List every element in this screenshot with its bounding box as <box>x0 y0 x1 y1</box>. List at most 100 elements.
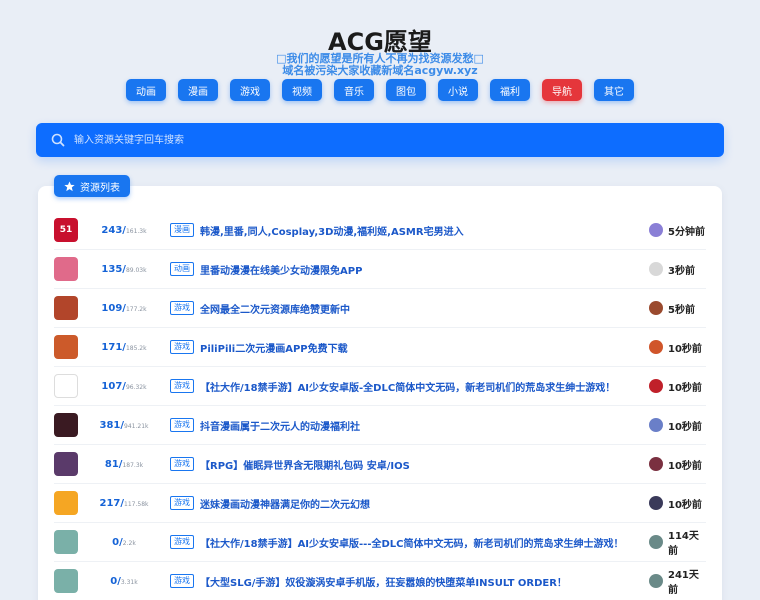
category-badge[interactable]: 游戏 <box>170 379 194 393</box>
resource-thumbnail[interactable] <box>54 569 78 593</box>
section-tab-resources[interactable]: 资源列表 <box>54 175 130 197</box>
resource-thumbnail[interactable] <box>54 374 78 398</box>
view-count: 117.58k <box>124 500 149 508</box>
resource-stats: 0/3.31k <box>78 576 170 587</box>
section-tab-label: 资源列表 <box>80 182 120 194</box>
avatar[interactable] <box>649 496 663 510</box>
avatar[interactable] <box>649 262 663 276</box>
category-badge[interactable]: 游戏 <box>170 535 194 549</box>
category-badge[interactable]: 游戏 <box>170 496 194 510</box>
reply-count: 381 <box>99 419 121 431</box>
resource-list: 51 243/161.3k 漫画 韩漫,里番,同人,Cosplay,3D动漫,福利姬,… <box>54 211 706 600</box>
resource-thumbnail[interactable] <box>54 491 78 515</box>
resource-title-link[interactable]: 迷妹漫画动漫神器满足你的二次元幻想 <box>200 496 649 511</box>
timestamp: 10秒前 <box>668 382 702 394</box>
resource-stats: 171/185.2k <box>78 342 170 353</box>
nav-button[interactable]: 视频 <box>282 79 322 101</box>
list-item[interactable]: 381/941.21k 游戏 抖音漫画属于二次元人的动漫福利社 10秒前 <box>54 406 706 445</box>
category-badge[interactable]: 游戏 <box>170 457 194 471</box>
resource-title-link[interactable]: 【RPG】催眠异世界含无限期礼包码 安卓/IOS <box>200 457 649 472</box>
view-count: 185.2k <box>125 344 147 352</box>
resource-thumbnail[interactable] <box>54 296 78 320</box>
nav-button[interactable]: 动画 <box>126 79 166 101</box>
avatar[interactable] <box>649 574 663 588</box>
timestamp: 114天前 <box>668 531 699 557</box>
resource-stats: 107/96.32k <box>78 381 170 392</box>
list-item[interactable]: 107/96.32k 游戏 【社大作/18禁手游】AI少女安卓版-全DLC简体中文无… <box>54 367 706 406</box>
resource-title-link[interactable]: 抖音漫画属于二次元人的动漫福利社 <box>200 418 649 433</box>
resource-thumbnail[interactable] <box>54 413 78 437</box>
resource-stats: 0/2.2k <box>78 537 170 548</box>
view-count: 3.31k <box>120 578 138 586</box>
reply-count: 107 <box>101 380 123 392</box>
resource-title-link[interactable]: 里番动漫漫在线美少女动漫限免APP <box>200 262 649 277</box>
resource-title-link[interactable]: 【社大作/18禁手游】AI少女安卓版---全DLC简体中文无码，新老司机们的荒岛… <box>200 535 649 550</box>
category-badge[interactable]: 动画 <box>170 262 194 276</box>
view-count: 96.32k <box>125 383 147 391</box>
resource-stats: 109/177.2k <box>78 303 170 314</box>
avatar[interactable] <box>649 418 663 432</box>
resource-thumbnail[interactable] <box>54 257 78 281</box>
timestamp: 10秒前 <box>668 343 702 355</box>
resource-thumbnail[interactable]: 51 <box>54 218 78 242</box>
reply-count: 243 <box>101 224 123 236</box>
avatar[interactable] <box>649 340 663 354</box>
resource-thumbnail[interactable] <box>54 530 78 554</box>
view-count: 187.3k <box>122 461 144 469</box>
timestamp: 10秒前 <box>668 421 702 433</box>
avatar[interactable] <box>649 379 663 393</box>
list-item[interactable]: 0/2.2k 游戏 【社大作/18禁手游】AI少女安卓版---全DLC简体中文无码，… <box>54 523 706 562</box>
domain-notice: 域名被污染大家收藏新域名acgyw.xyz <box>282 64 478 77</box>
view-count: 2.2k <box>122 539 136 547</box>
search-input[interactable] <box>74 123 724 157</box>
star-icon <box>64 180 75 191</box>
resource-title-link[interactable]: 【社大作/18禁手游】AI少女安卓版-全DLC简体中文无码，新老司机们的荒岛求生… <box>200 379 649 394</box>
nav-button[interactable]: 图包 <box>386 79 426 101</box>
category-nav: 动画 漫画 游戏 视频 音乐 图包 小说 福利 导航 其它 <box>0 79 760 101</box>
timestamp: 10秒前 <box>668 460 702 472</box>
list-item[interactable]: 0/3.31k 游戏 【大型SLG/手游】奴役漩涡安卓手机版，狂妄嚣娘的快堕菜单IN… <box>54 562 706 600</box>
nav-button[interactable]: 小说 <box>438 79 478 101</box>
search-icon <box>51 133 65 147</box>
list-item[interactable]: 217/117.58k 游戏 迷妹漫画动漫神器满足你的二次元幻想 10秒前 <box>54 484 706 523</box>
list-item[interactable]: 135/89.03k 动画 里番动漫漫在线美少女动漫限免APP 3秒前 <box>54 250 706 289</box>
timestamp: 241天前 <box>668 570 699 596</box>
resource-stats: 81/187.3k <box>78 459 170 470</box>
resource-thumbnail[interactable] <box>54 452 78 476</box>
view-count: 941.21k <box>124 422 149 430</box>
avatar[interactable] <box>649 535 663 549</box>
category-badge[interactable]: 游戏 <box>170 574 194 588</box>
list-item[interactable]: 51 243/161.3k 漫画 韩漫,里番,同人,Cosplay,3D动漫,福利姬,… <box>54 211 706 250</box>
nav-button[interactable]: 游戏 <box>230 79 270 101</box>
resource-title-link[interactable]: 全网最全二次元资源库绝赞更新中 <box>200 301 649 316</box>
resource-stats: 217/117.58k <box>78 498 170 509</box>
category-badge[interactable]: 游戏 <box>170 340 194 354</box>
timestamp: 10秒前 <box>668 499 702 511</box>
list-item[interactable]: 171/185.2k 游戏 PiliPili二次元漫画APP免费下载 10秒前 <box>54 328 706 367</box>
category-badge[interactable]: 漫画 <box>170 223 194 237</box>
avatar[interactable] <box>649 301 663 315</box>
resource-title-link[interactable]: PiliPili二次元漫画APP免费下载 <box>200 340 649 355</box>
avatar[interactable] <box>649 457 663 471</box>
timestamp: 5秒前 <box>668 304 695 316</box>
list-item[interactable]: 109/177.2k 游戏 全网最全二次元资源库绝赞更新中 5秒前 <box>54 289 706 328</box>
nav-button[interactable]: 音乐 <box>334 79 374 101</box>
nav-button[interactable]: 导航 <box>542 79 582 101</box>
resource-title-link[interactable]: 韩漫,里番,同人,Cosplay,3D动漫,福利姬,ASMR宅男进入 <box>200 223 649 238</box>
reply-count: 135 <box>101 263 123 275</box>
nav-button[interactable]: 福利 <box>490 79 530 101</box>
avatar[interactable] <box>649 223 663 237</box>
nav-button[interactable]: 漫画 <box>178 79 218 101</box>
category-badge[interactable]: 游戏 <box>170 301 194 315</box>
reply-count: 109 <box>101 302 123 314</box>
list-item[interactable]: 81/187.3k 游戏 【RPG】催眠异世界含无限期礼包码 安卓/IOS 10秒前 <box>54 445 706 484</box>
category-badge[interactable]: 游戏 <box>170 418 194 432</box>
nav-button[interactable]: 其它 <box>594 79 634 101</box>
resource-title-link[interactable]: 【大型SLG/手游】奴役漩涡安卓手机版，狂妄嚣娘的快堕菜单INSULT ORDE… <box>200 574 649 589</box>
resource-thumbnail[interactable] <box>54 335 78 359</box>
search-bar[interactable] <box>36 123 724 157</box>
reply-count: 81 <box>104 458 119 470</box>
timestamp: 3秒前 <box>668 265 695 277</box>
view-count: 161.3k <box>125 227 147 235</box>
resource-stats: 243/161.3k <box>78 225 170 236</box>
